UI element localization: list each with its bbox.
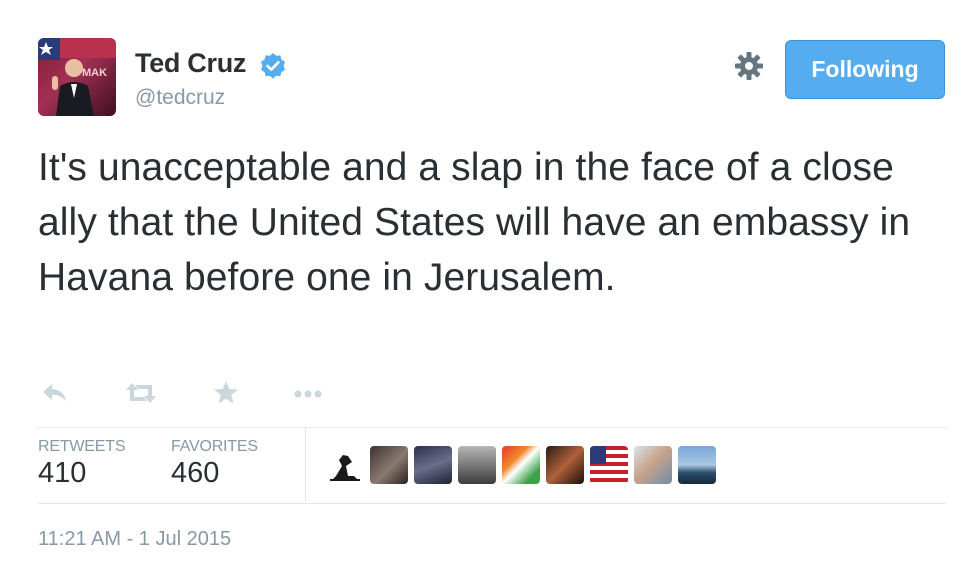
favoriter-avatar-2[interactable] bbox=[370, 446, 408, 484]
svg-text:MAK: MAK bbox=[82, 67, 107, 79]
reply-button[interactable] bbox=[40, 378, 70, 408]
gear-icon[interactable] bbox=[733, 50, 765, 82]
soldier-silhouette-icon bbox=[330, 455, 360, 481]
retweet-button[interactable] bbox=[124, 378, 158, 408]
author-handle[interactable]: @tedcruz bbox=[135, 86, 225, 110]
favoriter-avatar-7[interactable] bbox=[590, 446, 628, 484]
favoriter-avatar-6[interactable] bbox=[546, 446, 584, 484]
tweet-card: MAK Ted Cruz @tedcruz Following It's una… bbox=[0, 0, 980, 572]
favoriter-avatar-3[interactable] bbox=[414, 446, 452, 484]
favorites-count[interactable]: 460 bbox=[171, 457, 219, 490]
more-dots-icon bbox=[294, 390, 322, 398]
stats-top-divider bbox=[38, 427, 946, 428]
author-avatar[interactable]: MAK bbox=[38, 38, 116, 116]
verified-badge-icon bbox=[261, 53, 285, 79]
favorite-star-icon bbox=[214, 381, 238, 404]
favorite-button[interactable] bbox=[212, 378, 240, 408]
favoriter-avatar-5[interactable] bbox=[502, 446, 540, 484]
reply-icon bbox=[43, 384, 66, 401]
favoriters-list bbox=[326, 446, 716, 484]
favoriter-avatar-1[interactable] bbox=[326, 446, 364, 484]
favoriter-avatar-4[interactable] bbox=[458, 446, 496, 484]
favoriter-avatar-9[interactable] bbox=[678, 446, 716, 484]
stats-vertical-divider bbox=[305, 428, 306, 502]
favorites-label[interactable]: FAVORITES bbox=[171, 438, 258, 456]
tweet-text: It's unacceptable and a slap in the face… bbox=[38, 146, 911, 299]
retweet-icon bbox=[126, 383, 156, 403]
favoriter-avatar-8[interactable] bbox=[634, 446, 672, 484]
retweets-label[interactable]: RETWEETS bbox=[38, 438, 125, 456]
following-button[interactable]: Following bbox=[785, 40, 945, 99]
author-name[interactable]: Ted Cruz bbox=[135, 48, 246, 79]
stats-bottom-divider bbox=[38, 503, 946, 504]
tweet-timestamp[interactable]: 11:21 AM - 1 Jul 2015 bbox=[38, 528, 231, 551]
retweets-count[interactable]: 410 bbox=[38, 457, 86, 490]
more-button[interactable] bbox=[292, 378, 326, 408]
profile-photo-icon: MAK bbox=[38, 38, 116, 116]
